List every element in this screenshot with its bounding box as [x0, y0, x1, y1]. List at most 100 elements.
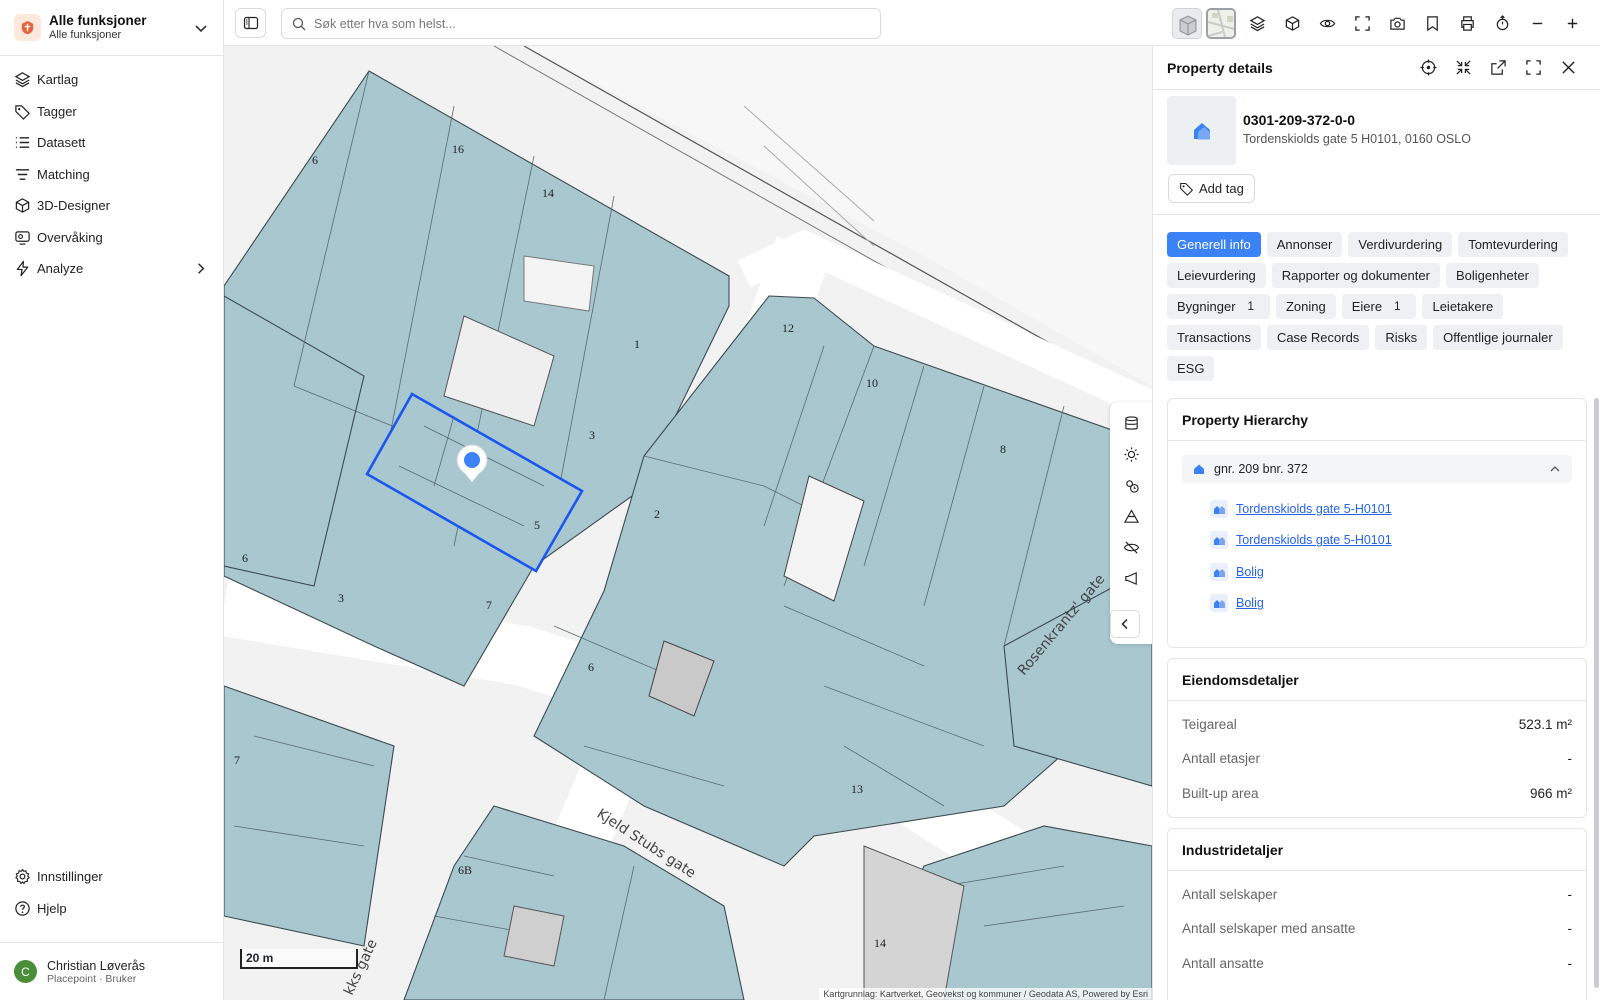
zoom-to-button[interactable] [1446, 53, 1481, 83]
fit-view-button[interactable] [1345, 7, 1380, 39]
hierarchy-link[interactable]: Tordenskiolds gate 5-H0101 [1236, 502, 1392, 516]
filter-lines-icon [15, 168, 30, 180]
visibility-button[interactable] [1310, 7, 1345, 39]
tab-bygninger[interactable]: Bygninger 1 [1167, 294, 1270, 319]
basemap[interactable]: 6 16 14 1 3 5 2 6 3 7 6 7 12 10 8 13 6B … [224, 46, 1152, 1000]
sidebar-item-label: Datasett [37, 135, 86, 151]
tab-leietakere[interactable]: Leietakere [1422, 294, 1504, 319]
shadow-tool-button[interactable] [1116, 470, 1146, 501]
basemap-map-thumbnail[interactable] [1206, 7, 1236, 39]
tab-eiere[interactable]: Eiere 1 [1341, 294, 1417, 319]
search-box[interactable] [281, 8, 881, 39]
property-address: Tordenskiolds gate 5 H0101, 0160 OSLO [1243, 132, 1471, 146]
workspace-subtitle: Alle funksjoner [49, 28, 122, 41]
layers-button[interactable] [1240, 7, 1275, 39]
tab-boligenheter[interactable]: Boligenheter [1445, 263, 1539, 288]
panel-scrollbar[interactable] [1594, 398, 1599, 988]
map-view[interactable]: 6 16 14 1 3 5 2 6 3 7 6 7 12 10 8 13 6B … [224, 46, 1152, 1000]
monitor-icon [15, 230, 30, 245]
tab-case-records[interactable]: Case Records [1266, 325, 1370, 350]
card-title: Eiendomsdetaljer [1168, 659, 1586, 701]
zoom-out-button[interactable] [1520, 7, 1555, 39]
hide-tool-button[interactable] [1116, 532, 1146, 563]
tab-label: Bygninger [1177, 299, 1236, 314]
hierarchy-root[interactable]: gnr. 209 bnr. 372 [1182, 455, 1572, 483]
tab-annonser[interactable]: Annonser [1266, 232, 1343, 257]
house-number-label: 6 [242, 551, 248, 565]
cube-icon [15, 198, 30, 214]
tab-leievurdering[interactable]: Leievurdering [1167, 263, 1266, 288]
locate-button[interactable] [1411, 53, 1446, 83]
user-profile[interactable]: C Christian Løverås Placepoint · Bruker [0, 942, 223, 1000]
detail-value: - [1567, 751, 1573, 767]
bookmark-button[interactable] [1415, 7, 1450, 39]
sidebar-item-label: Innstillinger [37, 869, 103, 885]
tab-esg[interactable]: ESG [1167, 356, 1215, 381]
print-button[interactable] [1450, 7, 1485, 39]
chevron-down-icon[interactable] [193, 20, 209, 36]
tab-label: Verdivurdering [1358, 237, 1443, 252]
house-number-label: 14 [874, 936, 886, 950]
database-tool-button[interactable] [1116, 408, 1146, 439]
terrain-tool-button[interactable] [1116, 501, 1146, 532]
hierarchy-root-label: gnr. 209 bnr. 372 [1214, 462, 1308, 476]
sidebar-item-datasett[interactable]: Datasett [0, 127, 223, 159]
tab-label: Eiere [1351, 299, 1383, 314]
sidebar-item-3d-designer[interactable]: 3D-Designer [0, 190, 223, 222]
sun-tool-button[interactable] [1116, 439, 1146, 470]
search-input[interactable] [314, 16, 854, 31]
tab-offentlige-journaler[interactable]: Offentlige journaler [1433, 325, 1563, 350]
workspace-switcher[interactable]: Alle funksjoner Alle funksjoner [0, 0, 223, 56]
sidebar-item-hjelp[interactable]: Hjelp [0, 893, 223, 925]
tab-label: Transactions [1177, 330, 1251, 345]
bottom-nav: Innstillinger Hjelp [0, 861, 223, 924]
tab-risks[interactable]: Risks [1375, 325, 1428, 350]
house-number-label: 6 [588, 660, 594, 674]
house-number-label: 8 [1000, 442, 1006, 456]
screenshot-button[interactable] [1380, 7, 1415, 39]
sidebar-item-overvaking[interactable]: Overvåking [0, 222, 223, 254]
sidebar-item-matching[interactable]: Matching [0, 159, 223, 191]
detail-key: Teigareal [1182, 716, 1237, 732]
compass-button[interactable] [1485, 7, 1520, 39]
sidebar-item-kartlag[interactable]: Kartlag [0, 64, 223, 96]
tab-rapporter[interactable]: Rapporter og dokumenter [1271, 263, 1440, 288]
sidebar-item-tagger[interactable]: Tagger [0, 96, 223, 128]
detail-key: Antall selskaper med ansatte [1182, 921, 1356, 937]
sidebar-item-innstillinger[interactable]: Innstillinger [0, 861, 223, 893]
detail-value: 523.1 m² [1518, 716, 1572, 732]
zoom-in-button[interactable] [1555, 7, 1590, 39]
open-external-button[interactable] [1481, 53, 1516, 83]
minus-icon [1532, 22, 1543, 24]
fullscreen-button[interactable] [1516, 53, 1551, 83]
close-button[interactable] [1551, 53, 1586, 83]
chevron-up-icon[interactable] [1548, 462, 1562, 476]
tab-zoning[interactable]: Zoning [1275, 294, 1336, 319]
property-hierarchy-card: Property Hierarchy gnr. 209 bnr. 372 Tor… [1167, 398, 1587, 648]
cube-icon [1285, 15, 1300, 31]
tag-icon [1180, 182, 1194, 196]
add-tag-button[interactable]: Add tag [1168, 174, 1255, 203]
toggle-sidebar-button[interactable] [235, 8, 266, 38]
tab-tomtevurdering[interactable]: Tomtevurdering [1458, 232, 1568, 257]
sidebar-item-label: Overvåking [37, 229, 103, 245]
tab-verdivurdering[interactable]: Verdivurdering [1348, 232, 1453, 257]
megaphone-icon [1124, 571, 1137, 586]
basemap-3d-thumbnail[interactable] [1172, 7, 1202, 39]
tab-transactions[interactable]: Transactions [1167, 325, 1261, 350]
hierarchy-link[interactable]: Bolig [1236, 596, 1264, 610]
collapse-panel-button[interactable] [1110, 610, 1140, 638]
sidebar-item-analyze[interactable]: Analyze [0, 253, 223, 285]
house-number-label: 10 [866, 376, 878, 390]
hierarchy-link[interactable]: Tordenskiolds gate 5-H0101 [1236, 533, 1392, 547]
3d-view-button[interactable] [1275, 7, 1310, 39]
compass-icon [1496, 14, 1509, 30]
hierarchy-child: Tordenskiolds gate 5-H0101 [1210, 525, 1586, 557]
tag-icon [15, 104, 30, 120]
tab-generell-info[interactable]: Generell info [1167, 232, 1261, 257]
tab-label: Annonser [1276, 237, 1333, 252]
measure-tool-button[interactable] [1116, 563, 1146, 594]
hierarchy-link[interactable]: Bolig [1236, 565, 1264, 579]
map-attribution: Kartgrunnlag: Kartverket, Geovekst og ko… [819, 988, 1152, 1000]
workspace-logo-icon [14, 14, 41, 41]
